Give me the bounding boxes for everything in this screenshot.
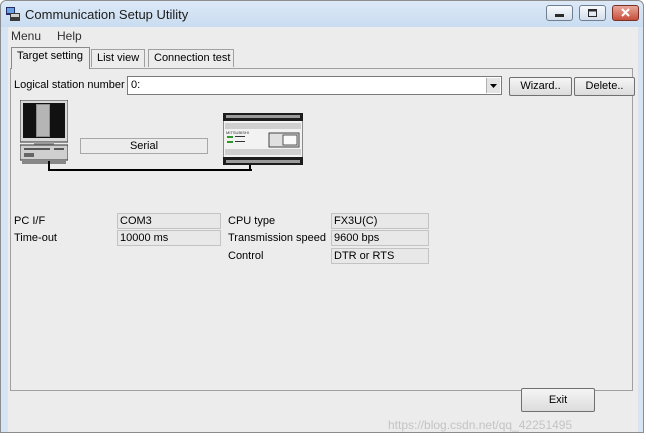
close-icon bbox=[621, 8, 630, 17]
maximize-icon bbox=[588, 9, 597, 17]
tab-strip: Target setting List view Connection test bbox=[11, 47, 411, 69]
timeout-label: Time-out bbox=[14, 232, 57, 244]
window-title: Communication Setup Utility bbox=[25, 7, 189, 22]
close-button[interactable] bbox=[612, 5, 639, 21]
menu-bar: Menu Help bbox=[8, 27, 638, 45]
transmission-speed-value: 9600 bps bbox=[331, 230, 429, 246]
app-icon bbox=[6, 7, 20, 21]
control-label: Control bbox=[228, 250, 264, 262]
station-number-combo[interactable]: 0: bbox=[127, 76, 502, 95]
client-area: Menu Help Target setting List view Conne… bbox=[8, 27, 638, 432]
minimize-icon bbox=[555, 14, 564, 17]
plc-icon bbox=[223, 113, 303, 165]
title-bar[interactable]: Communication Setup Utility bbox=[1, 1, 643, 27]
pc-if-value: COM3 bbox=[117, 213, 221, 229]
connection-type-box: Serial bbox=[80, 138, 208, 154]
menu-item-help[interactable]: Help bbox=[57, 29, 82, 43]
transmission-speed-label: Transmission speed bbox=[228, 232, 327, 244]
plc-brand: MITSUBISHI bbox=[226, 130, 249, 135]
control-value: DTR or RTS bbox=[331, 248, 429, 264]
tab-list-view[interactable]: List view bbox=[91, 49, 145, 67]
delete-button[interactable]: Delete.. bbox=[574, 77, 635, 96]
watermark-text: https://blog.csdn.net/qq_42251495 bbox=[388, 418, 573, 432]
exit-button[interactable]: Exit bbox=[521, 388, 595, 412]
maximize-button[interactable] bbox=[579, 5, 606, 21]
connection-line bbox=[48, 161, 252, 171]
cpu-type-value: FX3U(C) bbox=[331, 213, 429, 229]
menu-item-menu[interactable]: Menu bbox=[11, 29, 41, 43]
app-window: Communication Setup Utility Menu Help Ta… bbox=[0, 0, 644, 433]
wizard-button[interactable]: Wizard.. bbox=[509, 77, 572, 96]
tab-target-setting[interactable]: Target setting bbox=[11, 47, 90, 69]
computer-icon bbox=[20, 100, 68, 164]
minimize-button[interactable] bbox=[546, 5, 573, 21]
chevron-down-icon bbox=[490, 84, 497, 88]
cpu-type-label: CPU type bbox=[228, 215, 276, 227]
station-number-label: Logical station number bbox=[14, 79, 125, 91]
dropdown-button[interactable] bbox=[486, 78, 500, 93]
tab-connection-test[interactable]: Connection test bbox=[148, 49, 234, 67]
timeout-value: 10000 ms bbox=[117, 230, 221, 246]
station-number-value: 0: bbox=[131, 79, 141, 91]
target-setting-panel: Logical station number 0: Wizard.. Delet… bbox=[10, 68, 635, 391]
pc-if-label: PC I/F bbox=[14, 215, 46, 227]
